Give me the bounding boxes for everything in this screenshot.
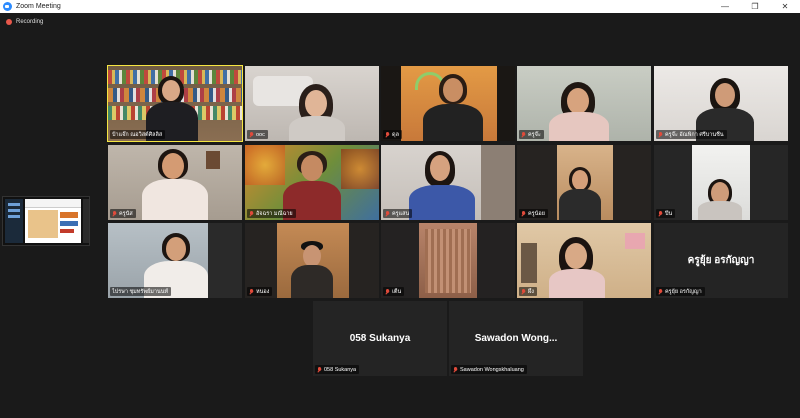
minimize-button[interactable]: — xyxy=(710,0,740,13)
participant-name: ปีน xyxy=(665,210,673,217)
video-tile[interactable]: ooc xyxy=(245,66,379,141)
zoom-app-icon xyxy=(3,2,12,11)
recording-dot-icon xyxy=(6,19,12,25)
video-tile[interactable]: ผึ้ง xyxy=(517,223,651,298)
participant-name: ครูยุ้ย อรกัญญา xyxy=(665,288,702,295)
muted-mic-icon xyxy=(658,131,663,138)
video-tile[interactable]: ไปรษา ชุมทรัพย์มานนท์ xyxy=(108,223,242,298)
muted-mic-icon xyxy=(249,210,254,217)
video-tile[interactable]: ครูนัส xyxy=(108,145,242,220)
video-tile[interactable]: ครูจ๊ะ xyxy=(517,66,651,141)
participant-name: ครูจ๊ะ อัณพิกา ศรีบานชื่น xyxy=(665,131,724,138)
participant-name: 058 Sukanya xyxy=(324,366,357,373)
participant-name: ดุล xyxy=(392,131,399,138)
shared-screen-scrollbar xyxy=(83,199,89,243)
participant-name: เติ้น xyxy=(392,288,402,295)
close-button[interactable]: ✕ xyxy=(770,0,800,13)
participant-name-tag: ดุล xyxy=(383,130,402,139)
participant-name-tag: ครูแสน xyxy=(383,209,413,218)
participant-name-tag: อัจฉรา มณีฉาย xyxy=(247,209,296,218)
muted-mic-icon xyxy=(521,210,526,217)
video-tile[interactable]: ปีน xyxy=(654,145,788,220)
participant-name-tag: ผึ้ง xyxy=(519,287,537,296)
muted-mic-icon xyxy=(453,366,458,373)
muted-mic-icon xyxy=(249,288,254,295)
video-tile-no-video[interactable]: ครูยุ้ย อรกัญญา ครูยุ้ย อรกัญญา xyxy=(654,223,788,298)
participant-name-tag: ครูนัส xyxy=(110,209,136,218)
participant-name-tag: ooc xyxy=(247,130,268,139)
participant-name-tag: Sawadon Wongskhaluang xyxy=(451,365,527,374)
participant-name: อัจฉรา มณีฉาย xyxy=(256,210,293,217)
muted-mic-icon xyxy=(385,210,390,217)
participant-name: ไปรษา ชุมทรัพย์มานนท์ xyxy=(112,288,169,295)
participant-name-tag: ป้าแจ๊ก ณอวิสต์ศิลลิส xyxy=(110,130,166,139)
video-tile-no-video[interactable]: 058 Sukanya 058 Sukanya xyxy=(313,301,447,376)
muted-mic-icon xyxy=(521,131,526,138)
participant-name-tag: ครูจ๊ะ อัณพิกา ศรีบานชื่น xyxy=(656,130,727,139)
muted-mic-icon xyxy=(317,366,322,373)
shared-screen-thumbnail[interactable] xyxy=(2,196,90,246)
recording-label: Recording xyxy=(16,19,44,25)
video-tile[interactable]: ดุล xyxy=(381,66,515,141)
participant-name: ครูนัส xyxy=(119,210,133,217)
recording-indicator[interactable]: Recording xyxy=(6,17,43,27)
shared-screen-sidebar xyxy=(5,199,23,243)
maximize-button[interactable]: ❐ xyxy=(740,0,770,13)
video-tile[interactable]: ครูน้อย xyxy=(517,145,651,220)
muted-mic-icon xyxy=(385,131,390,138)
participant-name: ครูน้อย xyxy=(528,210,545,217)
participant-name-tag: 058 Sukanya xyxy=(315,365,360,374)
video-tile[interactable]: อัจฉรา มณีฉาย xyxy=(245,145,379,220)
video-tile-active-speaker[interactable]: ป้าแจ๊ก ณอวิสต์ศิลลิส xyxy=(107,65,243,142)
participant-name-tag: ปีน xyxy=(656,209,676,218)
window-title: Zoom Meeting xyxy=(16,3,61,10)
window-controls: — ❐ ✕ xyxy=(710,0,800,13)
window-titlebar: Zoom Meeting — ❐ ✕ xyxy=(0,0,800,13)
video-tile[interactable]: ครูจ๊ะ อัณพิกา ศรีบานชื่น xyxy=(654,66,788,141)
participant-name-tag: ครูยุ้ย อรกัญญา xyxy=(656,287,705,296)
participant-name-tag: ครูน้อย xyxy=(519,209,548,218)
participant-name: ผึ้ง xyxy=(528,288,534,295)
participant-name: Sawadon Wongskhaluang xyxy=(460,366,524,373)
participant-name-tag: ครูจ๊ะ xyxy=(519,130,544,139)
muted-mic-icon xyxy=(521,288,526,295)
participant-name-tag: ไปรษา ชุมทรัพย์มานนท์ xyxy=(110,287,172,296)
participant-name: ครูจ๊ะ xyxy=(528,131,541,138)
shared-document-preview xyxy=(25,199,81,243)
participant-name: ครูแสน xyxy=(392,210,410,217)
participant-name-tag: เติ้น xyxy=(383,287,405,296)
participant-name: ooc xyxy=(256,131,265,138)
video-tile[interactable]: หนอง xyxy=(245,223,379,298)
video-tile-no-video[interactable]: Sawadon Wong... Sawadon Wongskhaluang xyxy=(449,301,583,376)
muted-mic-icon xyxy=(658,210,663,217)
participant-name: ป้าแจ๊ก ณอวิสต์ศิลลิส xyxy=(112,131,163,138)
participant-name: หนอง xyxy=(256,288,270,295)
muted-mic-icon xyxy=(658,288,663,295)
muted-mic-icon xyxy=(112,210,117,217)
video-tile[interactable]: เติ้น xyxy=(381,223,515,298)
video-tile[interactable]: ครูแสน xyxy=(381,145,515,220)
muted-mic-icon xyxy=(385,288,390,295)
muted-mic-icon xyxy=(249,131,254,138)
participant-name-tag: หนอง xyxy=(247,287,273,296)
